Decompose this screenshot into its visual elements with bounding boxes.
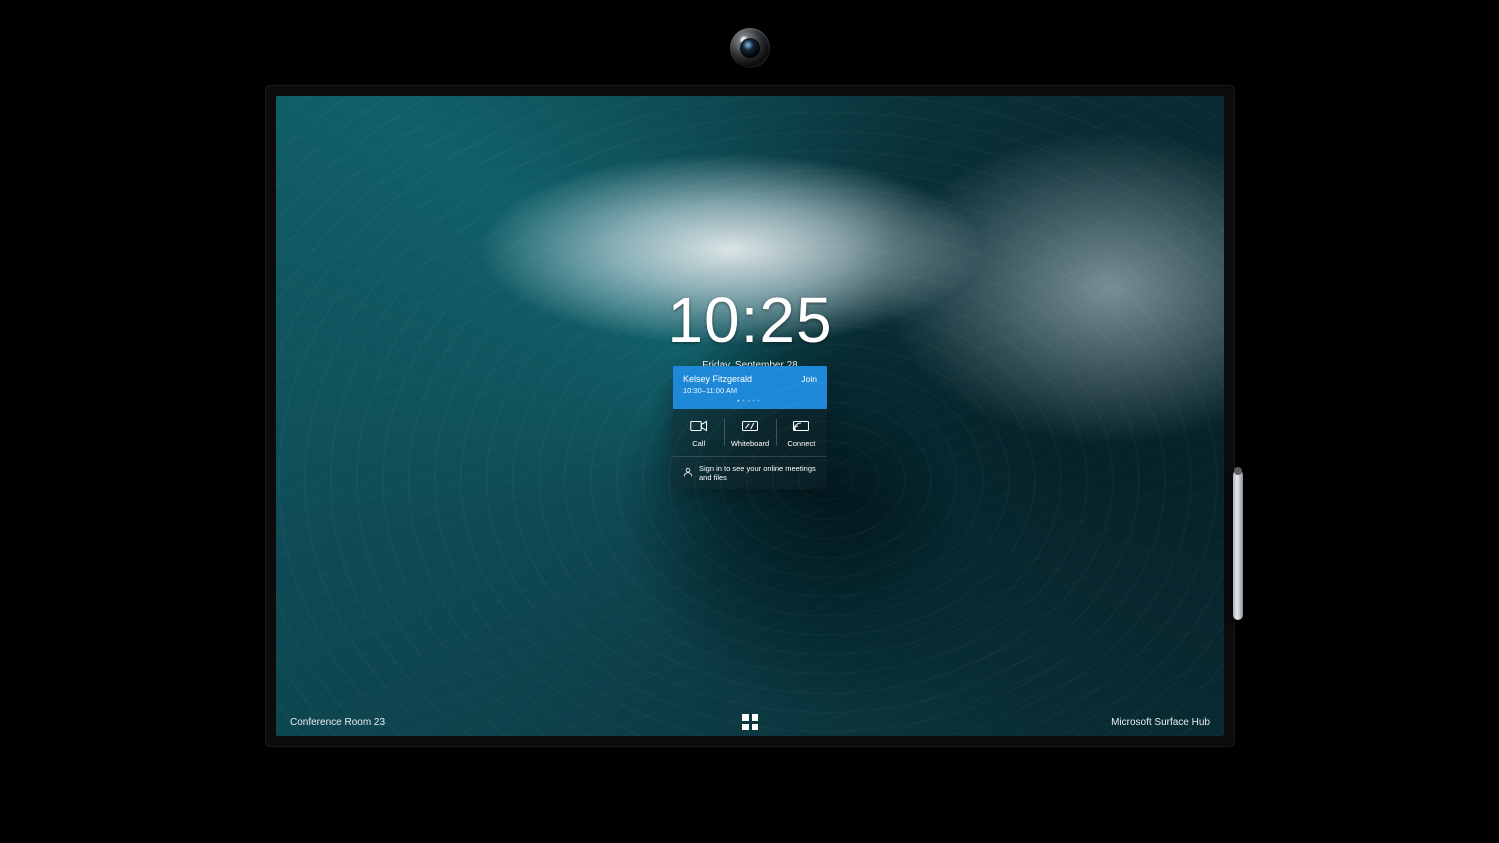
sign-in-label: Sign in to see your online meetings and …	[699, 464, 817, 482]
surface-pen	[1233, 470, 1243, 620]
connect-label: Connect	[776, 439, 827, 448]
whiteboard-icon	[724, 419, 775, 433]
task-bar: Conference Room 23 Microsoft Surface Hub	[276, 708, 1224, 736]
connect-cast-icon	[776, 419, 827, 433]
connect-button[interactable]: Connect	[776, 409, 827, 456]
call-label: Call	[673, 439, 724, 448]
clock-time: 10:25	[667, 288, 832, 352]
welcome-screen: 10:25 Friday, September 28 Kelsey Fitzge…	[276, 96, 1224, 736]
device-name: Microsoft Surface Hub	[1111, 717, 1210, 728]
welcome-card: Kelsey Fitzgerald 10:30–11:00 AM Join ••…	[673, 366, 827, 489]
upcoming-meeting-tile[interactable]: Kelsey Fitzgerald 10:30–11:00 AM Join ••…	[673, 366, 827, 409]
whiteboard-label: Whiteboard	[724, 439, 775, 448]
video-camera-icon	[673, 419, 724, 433]
quick-actions-row: Call Whiteboard Connect	[673, 409, 827, 456]
call-button[interactable]: Call	[673, 409, 724, 456]
meeting-pager[interactable]: •••••	[673, 399, 827, 405]
room-name: Conference Room 23	[290, 717, 385, 728]
camera-module	[730, 28, 770, 68]
device-stage: 10:25 Friday, September 28 Kelsey Fitzge…	[0, 0, 1499, 843]
person-icon	[683, 464, 693, 482]
clock-block: 10:25 Friday, September 28	[667, 288, 832, 371]
start-button[interactable]	[742, 714, 758, 730]
sign-in-row[interactable]: Sign in to see your online meetings and …	[673, 456, 827, 489]
join-button[interactable]: Join	[801, 374, 817, 384]
whiteboard-button[interactable]: Whiteboard	[724, 409, 775, 456]
display-bezel: 10:25 Friday, September 28 Kelsey Fitzge…	[266, 86, 1234, 746]
meeting-organizer: Kelsey Fitzgerald	[683, 374, 817, 384]
meeting-time-range: 10:30–11:00 AM	[683, 386, 817, 395]
